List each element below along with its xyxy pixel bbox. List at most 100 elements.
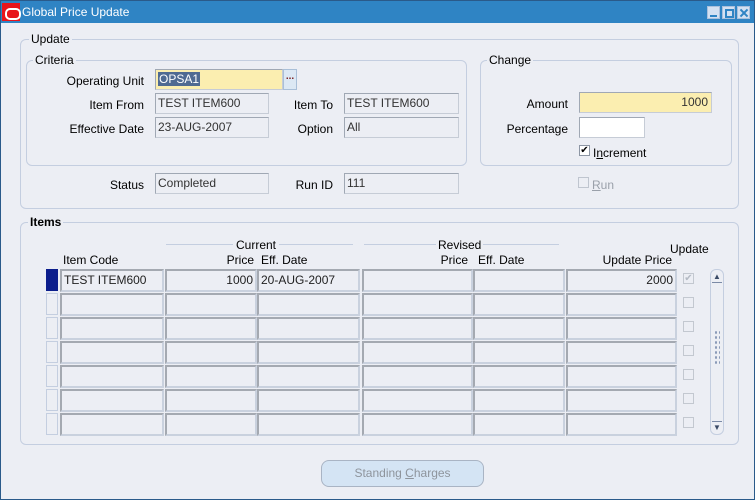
operating-unit-field[interactable]: OPSA1 <box>155 69 283 90</box>
cell-current-eff-date[interactable]: 20-AUG-2007 <box>257 269 360 292</box>
cell-current-price[interactable] <box>165 389 257 412</box>
cell-current-eff-date[interactable] <box>257 413 360 436</box>
update-checkbox[interactable] <box>683 393 694 404</box>
oracle-logo-icon <box>2 3 21 21</box>
cell-item-code[interactable]: TEST ITEM600 <box>60 269 164 292</box>
row-indicator[interactable] <box>46 341 58 363</box>
col-header-update: Update <box>670 242 709 256</box>
cell-current-price[interactable] <box>165 317 257 340</box>
operating-unit-value: OPSA1 <box>158 72 201 86</box>
row-indicator[interactable] <box>46 293 58 315</box>
cell-revised-price[interactable] <box>362 413 473 436</box>
col-header-update-price: Update Price <box>602 253 672 267</box>
cell-revised-price[interactable] <box>362 317 473 340</box>
cell-revised-price[interactable] <box>362 341 473 364</box>
cell-item-code[interactable] <box>60 341 164 364</box>
row-indicator[interactable] <box>46 389 58 411</box>
current-group-header: Current <box>233 238 280 252</box>
update-checkbox[interactable] <box>683 321 694 332</box>
row-indicator[interactable] <box>46 413 58 435</box>
cell-update-price[interactable] <box>566 413 677 436</box>
cell-revised-eff-date[interactable] <box>473 389 565 412</box>
increment-label: Increment <box>593 146 647 160</box>
cell-current-price[interactable] <box>165 365 257 388</box>
percentage-field[interactable] <box>579 117 645 138</box>
update-checkbox[interactable]: ✔ <box>683 273 694 284</box>
status-label: Status <box>109 178 144 192</box>
cell-item-code[interactable] <box>60 389 164 412</box>
scroll-down-arrow-icon[interactable]: ▼ <box>712 421 722 433</box>
operating-unit-lov-button[interactable]: ... <box>283 69 297 90</box>
run-label: Run <box>592 178 615 192</box>
items-scrollbar[interactable]: ▲ ▼ <box>710 269 724 435</box>
cell-item-code[interactable] <box>60 293 164 316</box>
cell-current-eff-date[interactable] <box>257 389 360 412</box>
cell-current-price[interactable] <box>165 413 257 436</box>
update-checkbox[interactable] <box>683 345 694 356</box>
row-indicator[interactable] <box>46 317 58 339</box>
standing-charges-button[interactable]: Standing Charges <box>321 460 484 487</box>
cell-revised-eff-date[interactable] <box>473 317 565 340</box>
cell-item-code[interactable] <box>60 413 164 436</box>
revised-group-header: Revised <box>436 238 484 252</box>
scroll-grip[interactable] <box>714 330 720 366</box>
cell-revised-eff-date[interactable] <box>473 413 565 436</box>
cell-revised-eff-date[interactable] <box>473 269 565 292</box>
col-header-item-code: Item Code <box>63 253 119 267</box>
cell-revised-price[interactable] <box>362 365 473 388</box>
update-checkbox[interactable] <box>683 297 694 308</box>
global-price-update-window: Global Price Update Update Criteria Oper… <box>0 0 755 500</box>
item-from-field[interactable]: TEST ITEM600 <box>155 93 269 114</box>
cell-revised-price[interactable] <box>362 389 473 412</box>
operating-unit-label: Operating Unit <box>66 74 144 88</box>
minimize-icon[interactable] <box>707 6 720 19</box>
amount-label: Amount <box>526 97 568 111</box>
cell-update-price[interactable] <box>566 317 677 340</box>
col-header-revised-eff-date: Eff. Date <box>478 253 525 267</box>
cell-current-price[interactable]: 1000 <box>165 269 257 292</box>
cell-current-price[interactable] <box>165 293 257 316</box>
amount-field[interactable]: 1000 <box>579 92 712 113</box>
item-to-label: Item To <box>293 98 333 112</box>
effective-date-field[interactable]: 23-AUG-2007 <box>155 117 269 138</box>
items-group-label: Items <box>28 215 64 229</box>
update-group-label: Update <box>29 32 72 46</box>
cell-current-eff-date[interactable] <box>257 365 360 388</box>
cell-update-price[interactable] <box>566 293 677 316</box>
cell-revised-price[interactable] <box>362 293 473 316</box>
cell-update-price[interactable]: 2000 <box>566 269 677 292</box>
increment-checkbox[interactable]: ✔ <box>579 145 590 156</box>
run-id-field[interactable]: 111 <box>344 173 459 194</box>
cell-current-eff-date[interactable] <box>257 341 360 364</box>
cell-item-code[interactable] <box>60 317 164 340</box>
cell-current-eff-date[interactable] <box>257 317 360 340</box>
cell-current-price[interactable] <box>165 341 257 364</box>
item-to-field[interactable]: TEST ITEM600 <box>344 93 459 114</box>
scroll-up-arrow-icon[interactable]: ▲ <box>712 271 722 283</box>
cell-current-eff-date[interactable] <box>257 293 360 316</box>
cell-update-price[interactable] <box>566 389 677 412</box>
cell-revised-price[interactable] <box>362 269 473 292</box>
status-field[interactable]: Completed <box>155 173 269 194</box>
row-indicator[interactable] <box>46 269 58 291</box>
option-field[interactable]: All <box>344 117 459 138</box>
run-checkbox[interactable] <box>578 177 589 188</box>
cell-update-price[interactable] <box>566 341 677 364</box>
cell-update-price[interactable] <box>566 365 677 388</box>
cell-revised-eff-date[interactable] <box>473 293 565 316</box>
maximize-icon[interactable] <box>722 6 735 19</box>
col-header-revised-price: Price <box>440 253 468 267</box>
option-label: Option <box>297 122 333 136</box>
update-checkbox[interactable] <box>683 417 694 428</box>
cell-revised-eff-date[interactable] <box>473 365 565 388</box>
title-bar[interactable]: Global Price Update <box>1 1 754 23</box>
cell-revised-eff-date[interactable] <box>473 341 565 364</box>
item-from-label: Item From <box>89 98 144 112</box>
row-indicator[interactable] <box>46 365 58 387</box>
close-icon[interactable] <box>737 6 750 19</box>
cell-item-code[interactable] <box>60 365 164 388</box>
update-checkbox[interactable] <box>683 369 694 380</box>
col-header-current-eff-date: Eff. Date <box>261 253 308 267</box>
change-group-label: Change <box>487 53 534 67</box>
percentage-label: Percentage <box>506 122 568 136</box>
